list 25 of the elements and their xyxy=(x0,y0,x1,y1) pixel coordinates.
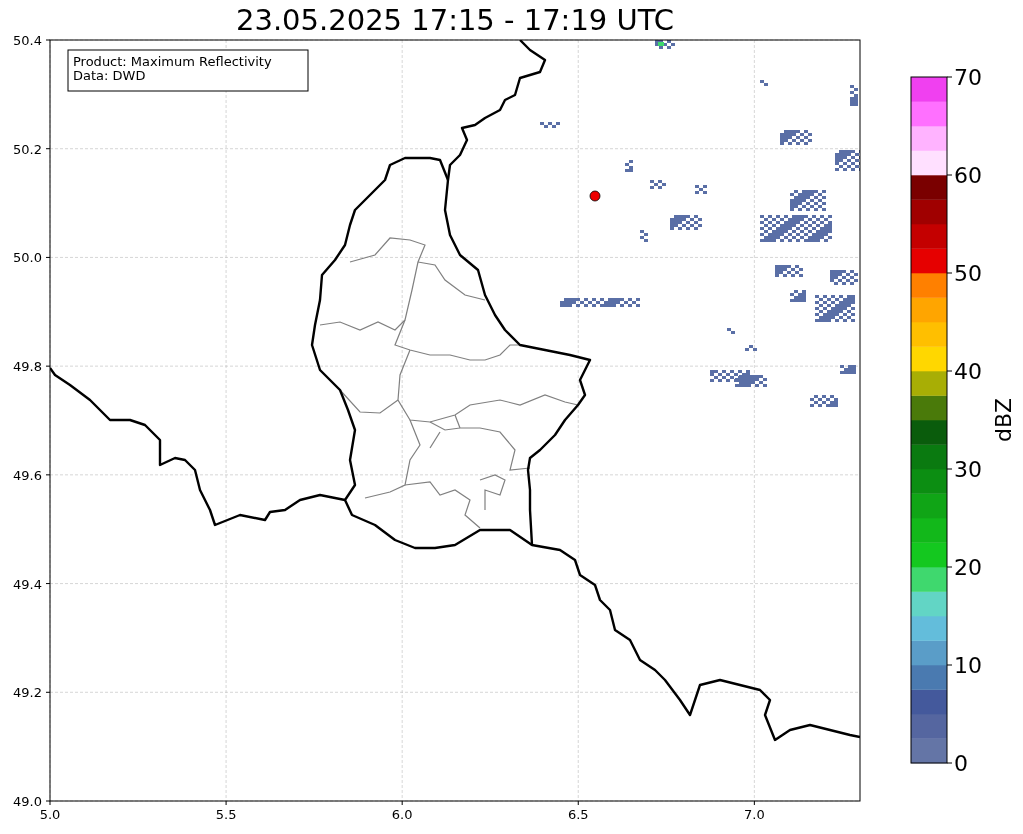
colorbar-tick-label: 20 xyxy=(954,555,982,580)
colorbar-tick-label: 0 xyxy=(954,751,968,776)
colorbar-tick-label: 60 xyxy=(954,163,982,188)
colorbar-tick-label: 70 xyxy=(954,65,982,90)
colorbar-tick-label: 10 xyxy=(954,653,982,678)
x-tick-label: 7.0 xyxy=(744,807,765,822)
x-tick-label: 5.0 xyxy=(39,807,61,822)
y-tick-label: 49.2 xyxy=(13,685,42,701)
y-tick-label: 50.4 xyxy=(13,36,42,48)
colorbar-tick-label: 40 xyxy=(954,359,982,384)
colorbar-tick-label: 30 xyxy=(954,457,982,482)
info-text: Data: DWD xyxy=(73,68,146,83)
chart-title: 23.05.2025 17:15 - 17:19 UTC xyxy=(236,2,674,39)
y-tick-label: 49.6 xyxy=(13,467,42,483)
info-text: Product: Maximum Reflectivity xyxy=(73,54,272,69)
colorbar-label: dBZ xyxy=(991,397,1016,443)
x-tick-label: 6.5 xyxy=(567,807,589,822)
y-tick-label: 50.2 xyxy=(13,141,42,157)
y-tick-label: 49.8 xyxy=(13,359,42,375)
y-tick-label: 50.0 xyxy=(13,250,42,266)
x-tick-label: 6.0 xyxy=(391,807,413,822)
y-tick-label: 49.0 xyxy=(13,794,42,809)
x-tick-label: 5.5 xyxy=(215,807,237,822)
y-tick-label: 49.4 xyxy=(13,576,42,592)
colorbar-tick-label: 50 xyxy=(954,261,982,286)
